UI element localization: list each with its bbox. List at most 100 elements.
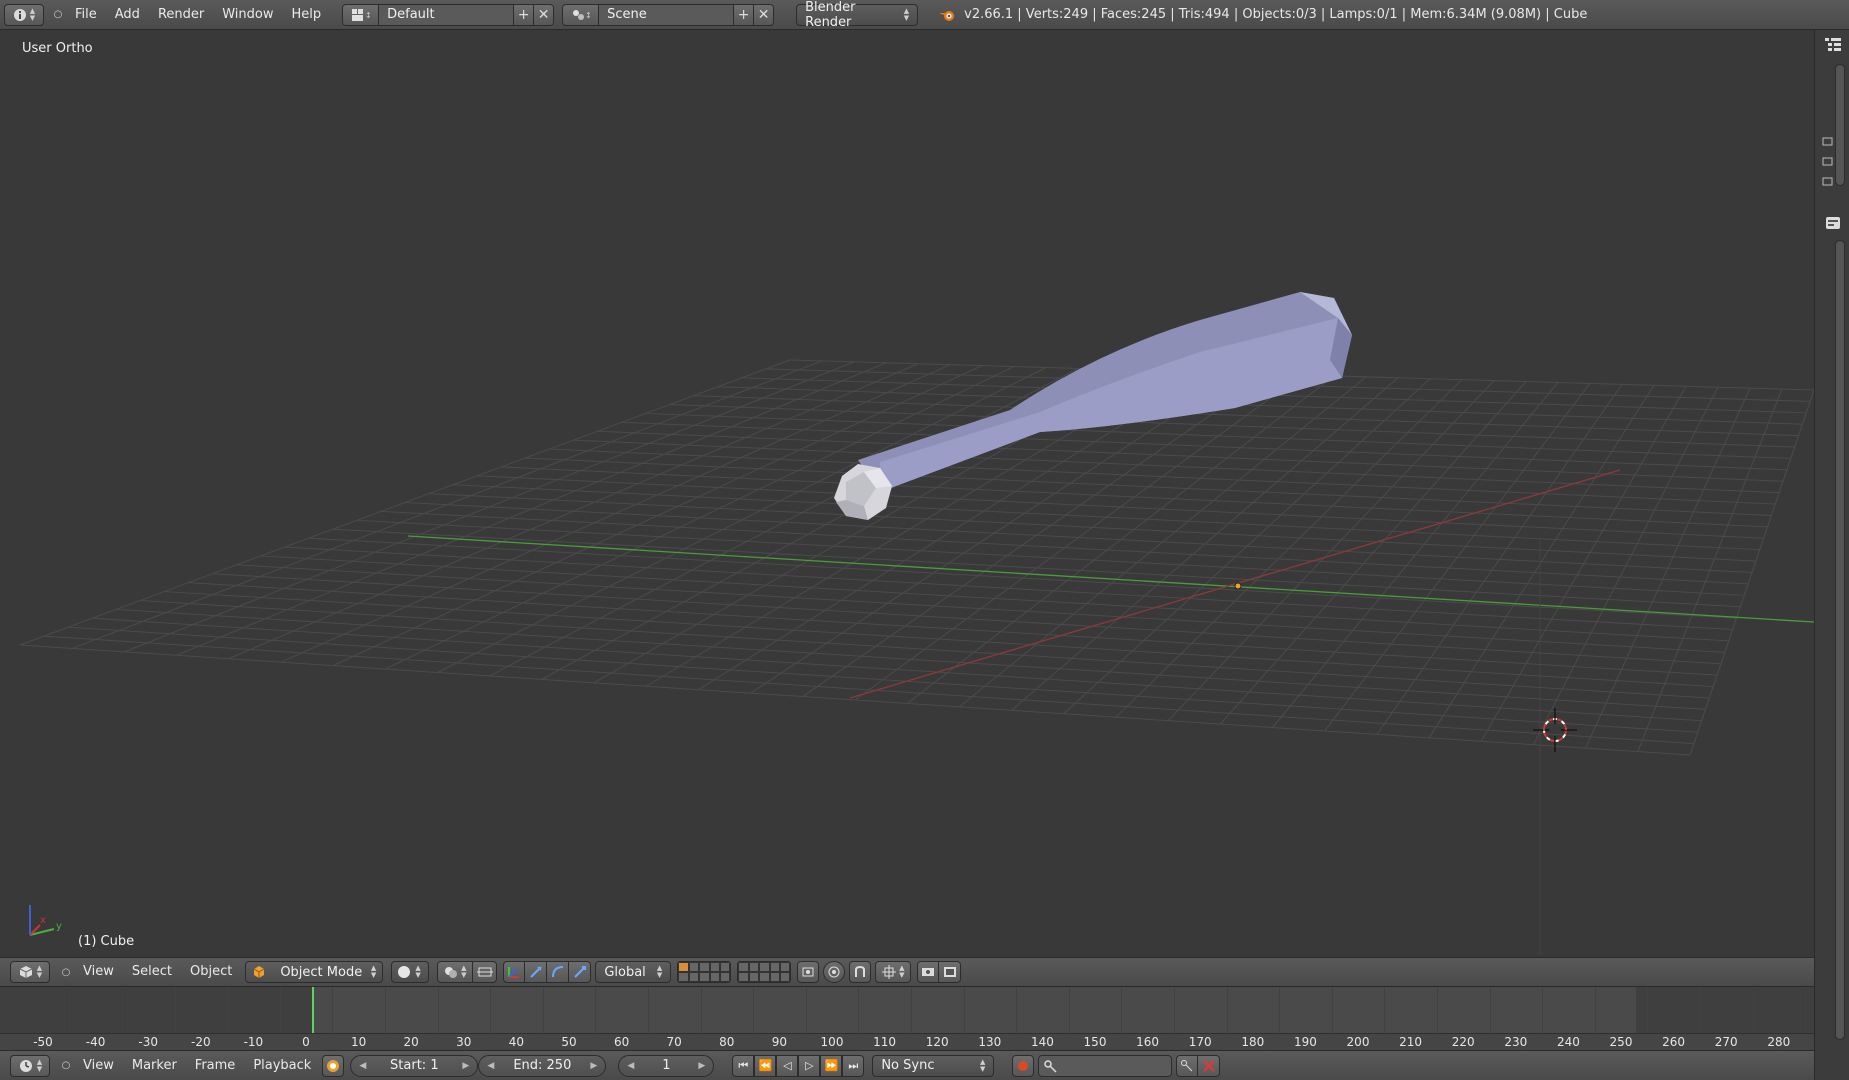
delete-keyframe-icon[interactable] [1198,1054,1221,1077]
menu-playback[interactable]: Playback [244,1051,320,1080]
scene-icon[interactable]: ↕ [563,4,600,25]
layer-button[interactable] [709,962,720,972]
mode-dropdown[interactable]: Object Mode ▲ ▼ [245,961,384,983]
chevron-right-icon[interactable]: ▶ [698,1061,705,1071]
chevron-left-icon[interactable]: ◀ [627,1061,634,1071]
jump-start-icon[interactable]: ⏮ [732,1054,755,1077]
preview-range-icon[interactable] [322,1054,345,1077]
select-visibility-icon[interactable] [1817,170,1839,192]
layer-button[interactable] [738,962,749,972]
start-frame-field[interactable]: ◀ Start: 1 ▶ [350,1054,479,1077]
opengl-animation-icon[interactable] [939,961,962,983]
close-layout-icon[interactable]: ✕ [533,4,554,25]
menu-marker[interactable]: Marker [123,1051,186,1080]
3d-viewport[interactable]: y x User Ortho (1) Cube [0,30,1814,957]
viewport-canvas[interactable]: y x [0,30,1814,957]
screen-layout-selector[interactable]: ↕ Default + ✕ [342,3,555,26]
layer-button[interactable] [719,962,731,972]
jump-end-icon[interactable]: ⏭ [842,1054,865,1077]
collapse-menu-icon[interactable]: ○ [58,1058,74,1074]
timeline-track[interactable] [0,987,1814,1033]
menu-select[interactable]: Select [123,957,181,987]
layer-button[interactable] [759,972,770,982]
layer-button[interactable] [748,962,760,972]
timeline-ruler[interactable]: -50 -40 -30 -20 -10 0 10 20 30 40 50 60 70 80 90 100 110… [0,1033,1814,1050]
render-engine-dropdown[interactable]: Blender Render ▲ ▼ [796,0,919,30]
layer-button[interactable] [779,962,791,972]
layer-button[interactable] [699,962,710,972]
opengl-render-icon[interactable] [917,961,940,983]
layer-button[interactable] [759,962,770,972]
insert-keyframe-icon[interactable] [1176,1054,1199,1077]
menu-frame[interactable]: Frame [186,1051,245,1080]
menu-add[interactable]: Add [106,0,149,30]
layer-button[interactable] [688,972,700,982]
collapse-menu-icon[interactable]: ○ [50,7,66,23]
close-scene-icon[interactable]: ✕ [753,4,774,25]
editor-type-timeline-button[interactable]: ▲ ▼ [10,1054,50,1077]
menu-window[interactable]: Window [213,0,282,30]
screen-layout-icon[interactable]: ↕ [343,4,380,25]
properties-icon[interactable] [1822,212,1844,234]
pivot-point-icon[interactable]: ▲ ▼ [437,961,474,983]
add-layout-icon[interactable]: + [513,4,534,25]
chevron-left-icon[interactable]: ◀ [359,1061,366,1071]
layer-button[interactable] [769,972,780,982]
screen-layout-name[interactable]: Default [379,4,514,25]
transform-orientation-dropdown[interactable]: Global ▲ ▼ [595,961,672,983]
layer-buttons-group-1[interactable] [677,961,732,983]
chevron-left-icon[interactable]: ◀ [487,1061,494,1071]
editor-type-3dview-button[interactable]: ▲ ▼ [10,961,50,983]
menu-render[interactable]: Render [149,0,213,30]
layer-1-button[interactable] [678,962,689,972]
play-reverse-icon[interactable]: ◁ [776,1054,799,1077]
keying-set-field[interactable] [1038,1054,1173,1077]
timeline-editor[interactable]: -50 -40 -30 -20 -10 0 10 20 30 40 50 60 70 80 90 100 110… [0,987,1814,1050]
rotate-manipulator-icon[interactable] [547,961,570,983]
camera-visibility-icon[interactable] [1817,130,1839,152]
scene-name[interactable]: Scene [599,4,734,25]
menu-view[interactable]: View [74,1051,123,1080]
jump-next-keyframe-icon[interactable]: ⏩ [820,1054,843,1077]
layer-button[interactable] [678,972,689,982]
snap-toggle-icon[interactable] [849,961,872,983]
layer-button[interactable] [769,962,780,972]
menu-help[interactable]: Help [282,0,330,30]
manipulate-center-icon[interactable] [473,961,498,983]
menu-object[interactable]: Object [181,957,241,987]
lock-camera-icon[interactable] [797,961,820,983]
translate-manipulator-icon[interactable] [525,961,548,983]
auto-keying-record-icon[interactable] [1012,1054,1035,1077]
layer-button[interactable] [779,972,791,982]
current-frame-indicator[interactable] [312,987,314,1033]
manipulator-toggle-icon[interactable] [503,961,526,983]
layer-button[interactable] [688,962,700,972]
chevron-right-icon[interactable]: ▶ [590,1061,597,1071]
proportional-edit-icon[interactable] [823,961,846,983]
object-origin-icon[interactable] [1234,582,1242,590]
properties-scrollbar[interactable] [1835,240,1845,1040]
chevron-right-icon[interactable]: ▶ [462,1061,469,1071]
snap-element-icon[interactable]: ▲ ▼ [875,961,912,983]
layer-button[interactable] [719,972,731,982]
scene-selector[interactable]: ↕ Scene + ✕ [562,3,775,26]
scale-manipulator-icon[interactable] [569,961,592,983]
editor-type-button[interactable]: ▲ ▼ [4,3,44,26]
viewport-shading-dropdown[interactable]: ▲ ▼ [391,961,430,983]
menu-file[interactable]: File [66,0,106,30]
current-frame-field[interactable]: ◀ 1 ▶ [618,1054,715,1077]
outliner-icon[interactable] [1822,34,1844,56]
sync-mode-dropdown[interactable]: No Sync ▲ ▼ [872,1054,995,1077]
layer-button[interactable] [738,972,749,982]
layer-button[interactable] [699,972,710,982]
menu-view[interactable]: View [74,957,123,987]
end-frame-field[interactable]: ◀ End: 250 ▶ [478,1054,607,1077]
collapse-menu-icon[interactable]: ○ [58,964,74,980]
layer-button[interactable] [709,972,720,982]
play-icon[interactable]: ▷ [798,1054,821,1077]
jump-prev-keyframe-icon[interactable]: ⏪ [754,1054,777,1077]
render-visibility-icon[interactable] [1817,150,1839,172]
layer-buttons-group-2[interactable] [737,961,792,983]
add-scene-icon[interactable]: + [733,4,754,25]
layer-button[interactable] [748,972,760,982]
